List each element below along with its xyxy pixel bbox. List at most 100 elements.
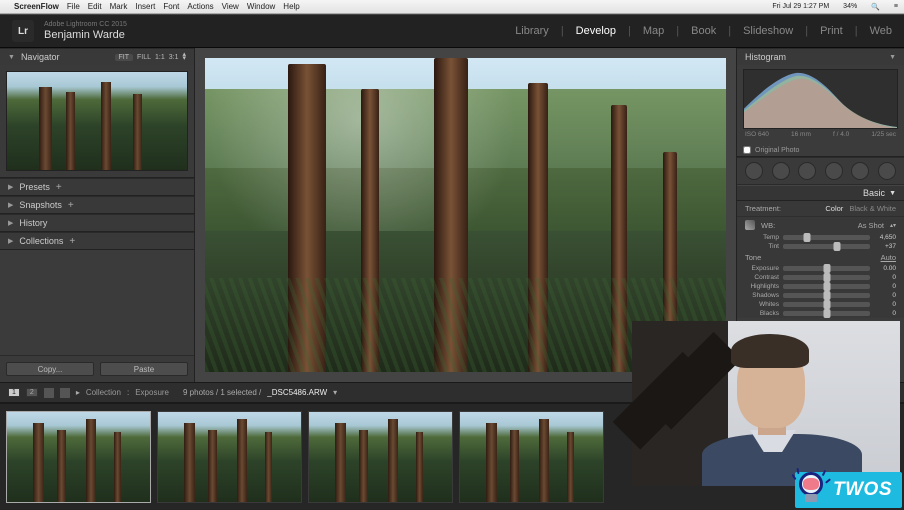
original-photo-checkbox[interactable] bbox=[743, 146, 751, 154]
snapshots-header[interactable]: ▶Snapshots+ bbox=[0, 197, 194, 213]
app-title: Adobe Lightroom CC 2015 bbox=[44, 21, 127, 29]
lightbulb-icon bbox=[793, 470, 827, 510]
shadows-value[interactable]: 0 bbox=[874, 292, 896, 299]
blacks-label: Blacks bbox=[745, 310, 779, 317]
module-book[interactable]: Book bbox=[691, 25, 716, 37]
module-map[interactable]: Map bbox=[643, 25, 664, 37]
module-develop[interactable]: Develop bbox=[576, 25, 616, 37]
original-photo-row[interactable]: Original Photo bbox=[737, 144, 904, 156]
wb-mode[interactable]: As Shot bbox=[858, 221, 884, 230]
presets-header[interactable]: ▶Presets+ bbox=[0, 179, 194, 195]
slider-thumb[interactable] bbox=[833, 242, 840, 251]
slider-thumb[interactable] bbox=[823, 291, 830, 300]
presenter-webcam bbox=[632, 321, 900, 486]
whites-value[interactable]: 0 bbox=[874, 301, 896, 308]
spot-removal-tool-icon[interactable] bbox=[772, 162, 790, 180]
compare-view-icon[interactable] bbox=[60, 388, 70, 398]
slider-thumb[interactable] bbox=[823, 300, 830, 309]
menu-window[interactable]: Window bbox=[247, 2, 275, 11]
view-primary[interactable]: 1 bbox=[8, 388, 20, 397]
add-collection-icon[interactable]: + bbox=[69, 236, 75, 247]
filename-dropdown-icon[interactable]: ▾ bbox=[333, 388, 337, 397]
film-thumb[interactable] bbox=[157, 411, 302, 503]
tint-label: Tint bbox=[745, 243, 779, 250]
highlights-value[interactable]: 0 bbox=[874, 283, 896, 290]
wb-dropdown-icon[interactable]: ▴▾ bbox=[890, 222, 896, 229]
menu-file[interactable]: File bbox=[67, 2, 80, 11]
zoom-fit[interactable]: FIT bbox=[115, 54, 134, 61]
menu-view[interactable]: View bbox=[222, 2, 239, 11]
slider-thumb[interactable] bbox=[823, 309, 830, 318]
menu-mark[interactable]: Mark bbox=[110, 2, 128, 11]
film-thumb[interactable] bbox=[308, 411, 453, 503]
module-library[interactable]: Library bbox=[515, 25, 549, 37]
crumb-name[interactable]: Exposure bbox=[135, 388, 169, 397]
slider-thumb[interactable] bbox=[823, 282, 830, 291]
exposure-value[interactable]: 0.00 bbox=[874, 265, 896, 272]
add-snapshot-icon[interactable]: + bbox=[68, 200, 74, 211]
menu-actions[interactable]: Actions bbox=[187, 2, 213, 11]
spotlight-icon[interactable]: 🔍 bbox=[871, 3, 880, 11]
navigator-panel: ▼ Navigator FIT FILL 1:1 3:1 ▴▾ bbox=[0, 48, 194, 178]
graduated-filter-tool-icon[interactable] bbox=[825, 162, 843, 180]
tint-value[interactable]: +37 bbox=[874, 243, 896, 250]
treatment-bw[interactable]: Black & White bbox=[849, 204, 896, 213]
redeye-tool-icon[interactable] bbox=[798, 162, 816, 180]
crumb-section[interactable]: Collection bbox=[86, 388, 121, 397]
crop-tool-icon[interactable] bbox=[745, 162, 763, 180]
blacks-track[interactable] bbox=[783, 311, 870, 316]
histogram-header[interactable]: Histogram▼ bbox=[737, 49, 904, 65]
navigator-body bbox=[0, 65, 194, 177]
module-print[interactable]: Print bbox=[820, 25, 843, 37]
chevron-right-icon: ▶ bbox=[8, 237, 13, 245]
treatment-color[interactable]: Color bbox=[825, 204, 843, 213]
basic-header[interactable]: Basic▼ bbox=[737, 185, 904, 201]
menu-edit[interactable]: Edit bbox=[88, 2, 102, 11]
tint-track[interactable] bbox=[783, 244, 870, 249]
navigator-thumbnail[interactable] bbox=[6, 71, 188, 171]
slider-thumb[interactable] bbox=[804, 233, 811, 242]
view-secondary[interactable]: 2 bbox=[26, 388, 38, 397]
tone-auto-button[interactable]: Auto bbox=[881, 253, 896, 262]
app-user: Benjamin Warde bbox=[44, 29, 127, 41]
tint-slider: Tint +37 bbox=[737, 242, 904, 251]
histogram-graph[interactable] bbox=[743, 69, 898, 129]
whites-track[interactable] bbox=[783, 302, 870, 307]
copy-button[interactable]: Copy... bbox=[6, 362, 94, 376]
highlights-track[interactable] bbox=[783, 284, 870, 289]
app-identity[interactable]: Adobe Lightroom CC 2015 Benjamin Warde bbox=[44, 21, 127, 41]
film-thumb[interactable] bbox=[459, 411, 604, 503]
grid-view-icon[interactable] bbox=[44, 388, 54, 398]
menubar-hamburger-icon[interactable]: ≡ bbox=[894, 3, 898, 10]
zoom-1to1[interactable]: 1:1 bbox=[155, 54, 165, 61]
zoom-stepper-icon[interactable]: ▴▾ bbox=[182, 53, 186, 61]
treatment-row: Treatment: Color Black & White bbox=[737, 201, 904, 217]
zoom-ratio[interactable]: 3:1 bbox=[169, 54, 179, 61]
menu-font[interactable]: Font bbox=[163, 2, 179, 11]
exposure-track[interactable] bbox=[783, 266, 870, 271]
menu-insert[interactable]: Insert bbox=[135, 2, 155, 11]
shadows-track[interactable] bbox=[783, 293, 870, 298]
radial-filter-tool-icon[interactable] bbox=[851, 162, 869, 180]
shadows-label: Shadows bbox=[745, 292, 779, 299]
menu-app-name[interactable]: ScreenFlow bbox=[14, 2, 59, 11]
temp-value[interactable]: 4,650 bbox=[874, 234, 896, 241]
slider-thumb[interactable] bbox=[823, 273, 830, 282]
navigator-header[interactable]: ▼ Navigator FIT FILL 1:1 3:1 ▴▾ bbox=[0, 49, 194, 65]
wb-picker-icon[interactable] bbox=[745, 220, 755, 230]
module-slideshow[interactable]: Slideshow bbox=[743, 25, 793, 37]
module-web[interactable]: Web bbox=[870, 25, 892, 37]
temp-track[interactable] bbox=[783, 235, 870, 240]
history-header[interactable]: ▶History bbox=[0, 215, 194, 231]
zoom-fill[interactable]: FILL bbox=[137, 54, 151, 61]
contrast-value[interactable]: 0 bbox=[874, 274, 896, 281]
adjustment-brush-tool-icon[interactable] bbox=[878, 162, 896, 180]
paste-button[interactable]: Paste bbox=[100, 362, 188, 376]
film-thumb[interactable] bbox=[6, 411, 151, 503]
contrast-track[interactable] bbox=[783, 275, 870, 280]
menu-help[interactable]: Help bbox=[283, 2, 299, 11]
add-preset-icon[interactable]: + bbox=[56, 182, 62, 193]
slider-thumb[interactable] bbox=[823, 264, 830, 273]
collections-header[interactable]: ▶Collections+ bbox=[0, 233, 194, 249]
blacks-value[interactable]: 0 bbox=[874, 310, 896, 317]
